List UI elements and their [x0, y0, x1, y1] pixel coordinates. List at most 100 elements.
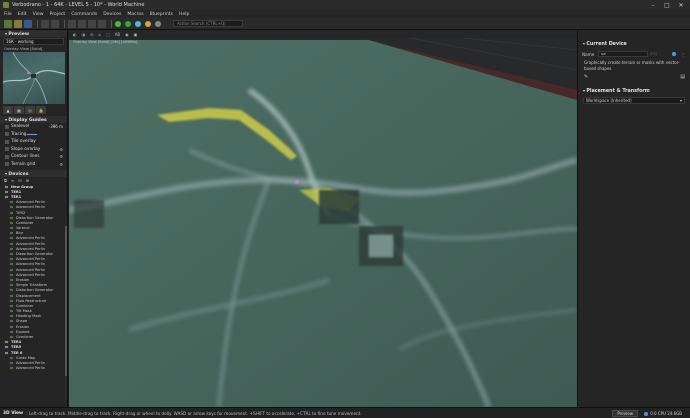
device-label: Shape	[16, 319, 28, 324]
export-icon[interactable]	[135, 20, 141, 27]
device-thumbnail-icon	[9, 241, 14, 246]
world-view-icon[interactable]	[78, 19, 86, 28]
grid-view-icon[interactable]: ▦	[14, 106, 24, 114]
device-thumbnail-icon	[9, 309, 14, 314]
device-label: Simple Transform	[16, 283, 48, 288]
device-name-input[interactable]: ue	[598, 51, 648, 57]
device-label: Flow Restructure	[16, 298, 47, 303]
guide-contour-lines[interactable]: Contour lines ⚙	[0, 153, 67, 161]
device-label: Distortion Generator	[16, 252, 53, 257]
slope-overlay-checkbox[interactable]	[5, 147, 9, 152]
menu-project[interactable]: Project	[50, 12, 66, 17]
explorer-icon[interactable]	[98, 19, 106, 28]
build-all-icon[interactable]	[125, 20, 131, 27]
ab-compare-button[interactable]: AB	[115, 32, 120, 37]
layout-icon[interactable]	[68, 19, 76, 28]
save-icon[interactable]	[24, 19, 32, 28]
menu-commands[interactable]: Commands	[71, 12, 97, 17]
stop-icon[interactable]	[155, 20, 161, 27]
open-folder-icon[interactable]	[14, 19, 22, 28]
collapse-icon[interactable]: ⊟	[18, 178, 21, 183]
maximize-button[interactable]: □	[660, 2, 674, 9]
device-color-icon[interactable]	[672, 52, 676, 56]
menu-macros[interactable]: Macros	[127, 12, 143, 17]
resource-icon	[644, 411, 649, 416]
close-button[interactable]: ✕	[674, 2, 688, 9]
left-panel: Preview 16K - working Overlay View [Soli…	[0, 30, 68, 407]
new-project-icon[interactable]	[4, 19, 12, 28]
filter-icon[interactable]: ⧉	[4, 178, 7, 183]
minimize-button[interactable]: –	[646, 2, 660, 9]
undo-icon[interactable]	[41, 19, 49, 28]
preview-button[interactable]: Preview	[612, 410, 639, 417]
sealevel-value[interactable]: -396 m	[49, 124, 63, 129]
render-icon[interactable]	[145, 20, 151, 27]
devices-header[interactable]: Devices	[0, 170, 67, 177]
expand-icon[interactable]: ⊞	[26, 178, 29, 183]
current-device-header[interactable]: Current Device	[578, 40, 690, 48]
menu-help[interactable]: Help	[179, 12, 189, 17]
guide-tile-overlay[interactable]: Tile overlay	[0, 138, 67, 146]
overlay-icon[interactable]: ◉	[125, 32, 129, 37]
build-icon[interactable]	[115, 20, 121, 27]
screenshot-icon[interactable]: ▣	[134, 32, 138, 37]
action-search-input[interactable]: Action Search (CTRL+Q)	[173, 20, 243, 27]
sort-icon[interactable]: ≡	[11, 178, 14, 183]
status-bar: 3D View : Left-drag to track. Middle-dra…	[0, 407, 690, 418]
terrain-grid-checkbox[interactable]	[5, 162, 9, 167]
home-icon[interactable]: ⌂	[98, 32, 101, 37]
device-label: Expand	[16, 329, 30, 334]
display-guides-header[interactable]: Display Guides	[0, 116, 67, 123]
frame-icon[interactable]: ⬚	[106, 32, 110, 37]
menu-blueprints[interactable]: Blueprints	[150, 12, 173, 17]
preview-preset-select[interactable]: 16K - working	[3, 38, 64, 45]
menu-view[interactable]: View	[33, 12, 44, 17]
device-name-row: Name ue (F2) ⋮	[578, 50, 690, 58]
device-label: New Group	[11, 184, 34, 189]
gear-icon[interactable]: ⚙	[59, 154, 63, 159]
device-tree-scrollbar[interactable]	[65, 216, 67, 407]
gear-icon[interactable]: ⚙	[59, 147, 63, 152]
device-thumbnail-icon	[9, 226, 14, 231]
guide-sealevel[interactable]: Sealevel -396 m	[0, 123, 67, 131]
document-icon[interactable]: ▤	[680, 74, 685, 80]
tracing-slider[interactable]	[27, 133, 37, 135]
guide-slope-overlay[interactable]: Slope overlay ⚙	[0, 146, 67, 154]
gear-icon[interactable]: ⚙	[59, 162, 63, 167]
guide-terrain-grid[interactable]: Terrain grid ⚙	[0, 161, 67, 169]
reset-camera-icon[interactable]: ⟲	[90, 32, 93, 37]
group-icon	[4, 194, 9, 199]
lighting-icon[interactable]: ◑	[82, 32, 86, 37]
sealevel-checkbox[interactable]	[5, 124, 9, 129]
contour-lines-checkbox[interactable]	[5, 154, 9, 159]
viewport-overlay-label: Overlay View [Solid] [16k] [40960x]	[73, 40, 138, 44]
camera-icon[interactable]: ◎	[25, 106, 35, 114]
terrain-view-icon[interactable]: ▲	[3, 106, 13, 114]
menu-edit[interactable]: Edit	[18, 12, 27, 17]
tile-overlay-checkbox[interactable]	[5, 139, 9, 144]
guide-tracing[interactable]: Tracing	[0, 131, 67, 139]
scrollbar-thumb[interactable]	[65, 226, 67, 376]
worldspace-select[interactable]: Worldspace (Inherited)	[583, 97, 685, 104]
shading-icon[interactable]: ◐	[73, 32, 77, 37]
view-mode-label: 3D View	[3, 410, 24, 416]
tracing-checkbox[interactable]	[5, 132, 9, 137]
group-icon	[4, 189, 9, 194]
more-options-icon[interactable]: ⋮	[681, 52, 685, 57]
terrain-render[interactable]	[69, 30, 577, 407]
device-label: Advanced Perlin	[16, 200, 45, 205]
placement-transform-header[interactable]: Placement & Transform	[578, 87, 690, 95]
lock-icon[interactable]: 🔒	[36, 106, 46, 114]
device-row[interactable]: Advanced Perlin	[0, 366, 67, 371]
redo-icon[interactable]	[51, 19, 59, 28]
devices-toolbar: ⧉ ≡ ⊟ ⊞	[0, 177, 67, 184]
preview-map[interactable]	[3, 52, 65, 104]
pen-icon[interactable]: ✎	[584, 74, 588, 80]
menu-devices[interactable]: Devices	[103, 12, 121, 17]
title-bar: Verbodrano - 1 - 64K - LEVEL 5 - 10* - W…	[0, 0, 690, 10]
preview-header[interactable]: Preview	[0, 30, 67, 37]
menu-file[interactable]: File	[4, 12, 12, 17]
device-view-icon[interactable]	[88, 19, 96, 28]
device-thumbnail-icon	[9, 252, 14, 257]
3d-viewport[interactable]: ◐ ◑ ⟲ ⌂ ⬚ AB ◉ ▣ Overlay View [Solid] [1…	[69, 30, 577, 407]
